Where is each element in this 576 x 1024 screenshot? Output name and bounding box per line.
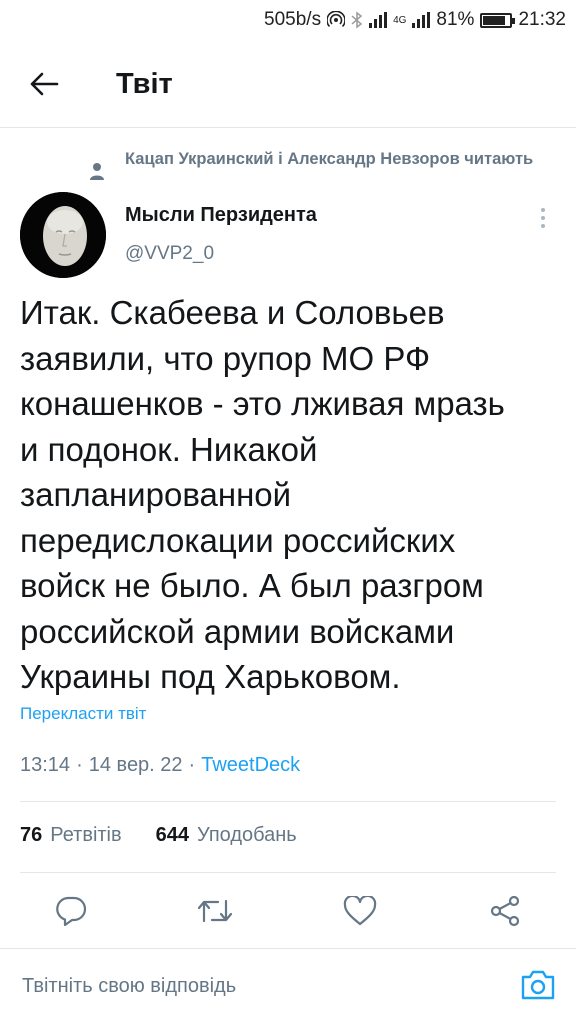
retweet-icon (197, 899, 233, 923)
author-handle[interactable]: @VVP2_0 (125, 243, 214, 265)
bluetooth-icon (351, 11, 363, 29)
share-button[interactable] (482, 888, 528, 934)
camera-icon (521, 970, 555, 1000)
clock: 21:32 (518, 9, 566, 30)
retweets-count[interactable]: 76 (20, 824, 42, 847)
translate-tweet-link[interactable]: Перекласти твіт (20, 704, 146, 724)
battery-icon (480, 12, 516, 28)
likes-count[interactable]: 644 (156, 824, 189, 847)
battery-percent: 81% (436, 9, 475, 30)
tweet-text-line: передислокации российских (20, 521, 456, 559)
tweet-text-line: Украины под Харьковом. (20, 658, 401, 695)
more-options-button[interactable] (530, 200, 556, 236)
hotspot-icon (327, 11, 346, 29)
more-dot-icon (541, 216, 545, 220)
likes-label[interactable]: Уподобань (197, 824, 297, 847)
network-speed: 505b/s (264, 9, 322, 30)
status-bar: 505b/s 4G 81% 21:32 (0, 0, 576, 40)
tweet-date: 14 вер. 22 (88, 754, 183, 776)
tweet-source-link[interactable]: TweetDeck (201, 754, 300, 777)
signal-icon (369, 12, 388, 28)
tweet-stats: 76 Ретвітів 644 Уподобань (20, 824, 297, 847)
meta-separator: · (76, 754, 83, 776)
tweet-time: 13:14 (20, 754, 71, 776)
tweet-text-line: заявили, что рупор МО РФ (20, 339, 431, 377)
author-name[interactable]: Мысли Перзидента (125, 204, 317, 227)
more-dot-icon (541, 224, 545, 228)
app-header: Твіт (0, 40, 576, 128)
avatar-image (20, 192, 106, 278)
share-icon (490, 895, 520, 927)
tweet-actions (0, 888, 576, 934)
page-title: Твіт (116, 68, 173, 100)
like-button[interactable] (337, 888, 383, 934)
signal-icon-2 (412, 12, 431, 28)
tweet-text-line: запланированной (20, 476, 292, 513)
tweet-text-line: российской армии войсками (20, 612, 455, 650)
retweets-label[interactable]: Ретвітів (50, 824, 121, 847)
avatar[interactable] (20, 192, 106, 278)
tweet-text-line: Итак. Скабеева и Соловьев (20, 294, 445, 331)
tweet-text-line: и подонок. Никакой (20, 430, 318, 468)
tweet-text-line: войск не было. А был разгром (20, 567, 484, 604)
reply-icon (56, 896, 87, 926)
battery-fill (483, 15, 505, 25)
camera-button[interactable] (518, 965, 558, 1005)
reply-button[interactable] (48, 888, 94, 934)
heart-icon (343, 896, 377, 926)
arrow-left-icon (30, 72, 59, 96)
more-dot-icon (541, 208, 545, 212)
divider (20, 801, 556, 802)
retweet-button[interactable] (192, 888, 238, 934)
back-button[interactable] (22, 62, 66, 106)
reply-input[interactable] (22, 971, 482, 1001)
tweet-text-line: конашенков - это лживая мразь (20, 385, 505, 422)
network-type: 4G (393, 14, 407, 26)
tweet-meta: 13:14 · 14 вер. 22 · TweetDeck (20, 754, 300, 777)
meta-separator: · (188, 754, 196, 776)
tweet-text: Итак. Скабеева и Соловьев заявили, что р… (20, 290, 560, 700)
divider (20, 872, 556, 873)
person-icon (90, 163, 104, 180)
social-context-text[interactable]: Кацап Украинский і Александр Невзоров чи… (125, 146, 545, 172)
reply-bar (0, 948, 576, 1024)
